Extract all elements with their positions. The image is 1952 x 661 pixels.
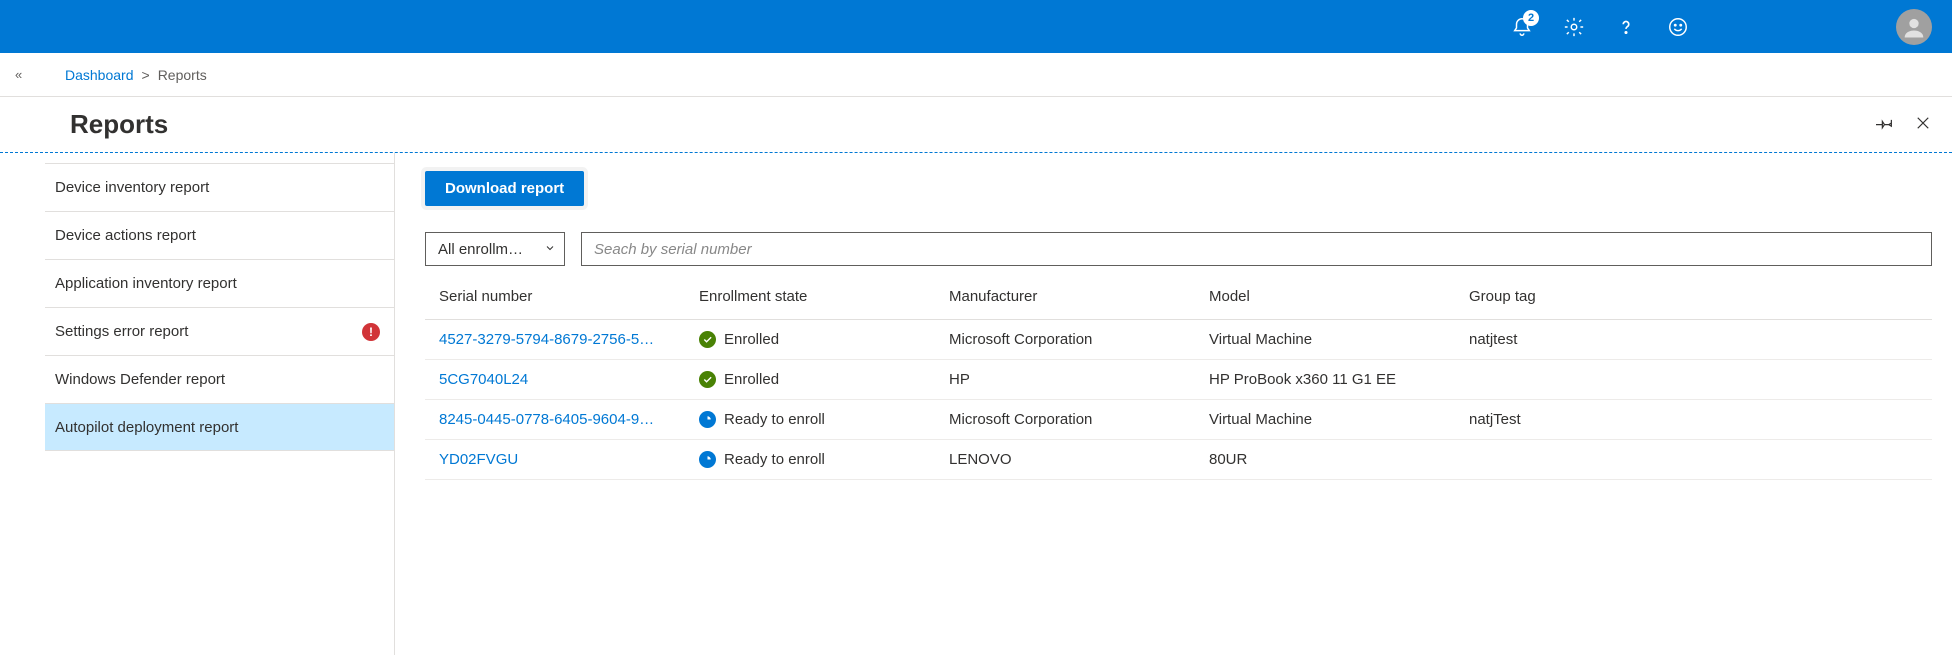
sidebar-item[interactable]: Autopilot deployment report bbox=[45, 403, 394, 451]
download-report-button[interactable]: Download report bbox=[425, 171, 584, 206]
state-label: Enrolled bbox=[724, 331, 779, 348]
devices-table: Serial number Enrollment state Manufactu… bbox=[425, 274, 1932, 480]
sidebar-item[interactable]: Application inventory report bbox=[45, 259, 394, 307]
cell-model: HP ProBook x360 11 G1 EE bbox=[1195, 360, 1455, 400]
serial-link[interactable]: 5CG7040L24 bbox=[439, 371, 675, 388]
controls-row: All enrollm… bbox=[425, 232, 1932, 266]
sidebar-item[interactable]: Device inventory report bbox=[45, 163, 394, 211]
sidebar-item-label: Autopilot deployment report bbox=[55, 419, 238, 436]
page-title: Reports bbox=[70, 109, 168, 140]
enrollment-filter-dropdown[interactable]: All enrollm… bbox=[425, 232, 565, 266]
dropdown-label: All enrollm… bbox=[438, 241, 534, 258]
cell-tag: natjTest bbox=[1455, 400, 1932, 440]
gear-icon[interactable] bbox=[1560, 13, 1588, 41]
col-tag[interactable]: Group tag bbox=[1455, 274, 1932, 320]
enrollment-state: Enrolled bbox=[699, 331, 925, 348]
table-row: 5CG7040L24 Enrolled HPHP ProBook x360 11 G… bbox=[425, 360, 1932, 400]
cell-manufacturer: LENOVO bbox=[935, 440, 1195, 480]
clock-circle-icon bbox=[699, 451, 716, 468]
collapse-sidebar-icon[interactable]: « bbox=[15, 67, 35, 82]
breadcrumb-separator: > bbox=[142, 67, 150, 83]
state-label: Enrolled bbox=[724, 371, 779, 388]
cell-tag: natjtest bbox=[1455, 320, 1932, 360]
table-row: 8245-0445-0778-6405-9604-9… Ready to enro… bbox=[425, 400, 1932, 440]
avatar[interactable] bbox=[1896, 9, 1932, 45]
sidebar-item-label: Application inventory report bbox=[55, 275, 237, 292]
col-manufacturer[interactable]: Manufacturer bbox=[935, 274, 1195, 320]
serial-link[interactable]: YD02FVGU bbox=[439, 451, 675, 468]
breadcrumb-current: Reports bbox=[158, 67, 207, 83]
col-serial[interactable]: Serial number bbox=[425, 274, 685, 320]
notifications-icon[interactable]: 2 bbox=[1508, 13, 1536, 41]
close-icon[interactable] bbox=[1914, 114, 1932, 135]
topbar: 2 bbox=[0, 0, 1952, 53]
main-panel: Download report All enrollm… Serial numb… bbox=[395, 153, 1952, 655]
breadcrumb-root[interactable]: Dashboard bbox=[65, 67, 134, 83]
col-model[interactable]: Model bbox=[1195, 274, 1455, 320]
state-label: Ready to enroll bbox=[724, 451, 825, 468]
sidebar-item[interactable]: Windows Defender report bbox=[45, 355, 394, 403]
sidebar-item-label: Settings error report bbox=[55, 323, 188, 340]
col-state[interactable]: Enrollment state bbox=[685, 274, 935, 320]
sidebar-item-label: Device actions report bbox=[55, 227, 196, 244]
pin-icon[interactable] bbox=[1876, 114, 1894, 135]
cell-tag bbox=[1455, 440, 1932, 480]
sidebar-item-label: Windows Defender report bbox=[55, 371, 225, 388]
cell-manufacturer: Microsoft Corporation bbox=[935, 400, 1195, 440]
enrollment-state: Enrolled bbox=[699, 371, 925, 388]
sidebar-item-label: Device inventory report bbox=[55, 179, 209, 196]
cell-tag bbox=[1455, 360, 1932, 400]
cell-model: Virtual Machine bbox=[1195, 320, 1455, 360]
clock-circle-icon bbox=[699, 411, 716, 428]
title-actions bbox=[1876, 114, 1932, 135]
cell-model: Virtual Machine bbox=[1195, 400, 1455, 440]
cell-model: 80UR bbox=[1195, 440, 1455, 480]
feedback-icon[interactable] bbox=[1664, 13, 1692, 41]
serial-link[interactable]: 8245-0445-0778-6405-9604-9… bbox=[439, 411, 675, 428]
notification-badge: 2 bbox=[1523, 10, 1539, 26]
content: Device inventory report Device actions re… bbox=[0, 153, 1952, 655]
topbar-icons: 2 bbox=[1508, 13, 1692, 41]
sidebar-item[interactable]: Settings error report! bbox=[45, 307, 394, 355]
cell-manufacturer: Microsoft Corporation bbox=[935, 320, 1195, 360]
breadcrumb: « Dashboard > Reports bbox=[0, 53, 1952, 97]
table-row: YD02FVGU Ready to enroll LENOVO80UR bbox=[425, 440, 1932, 480]
alert-icon: ! bbox=[362, 323, 380, 341]
chevron-down-icon bbox=[544, 241, 556, 258]
table-row: 4527-3279-5794-8679-2756-5… Enrolled Micro… bbox=[425, 320, 1932, 360]
check-circle-icon bbox=[699, 371, 716, 388]
sidebar: Device inventory report Device actions re… bbox=[0, 153, 395, 655]
enrollment-state: Ready to enroll bbox=[699, 451, 925, 468]
state-label: Ready to enroll bbox=[724, 411, 825, 428]
help-icon[interactable] bbox=[1612, 13, 1640, 41]
serial-link[interactable]: 4527-3279-5794-8679-2756-5… bbox=[439, 331, 675, 348]
enrollment-state: Ready to enroll bbox=[699, 411, 925, 428]
search-input[interactable] bbox=[581, 232, 1932, 266]
cell-manufacturer: HP bbox=[935, 360, 1195, 400]
table-header-row: Serial number Enrollment state Manufactu… bbox=[425, 274, 1932, 320]
check-circle-icon bbox=[699, 331, 716, 348]
page-title-row: Reports bbox=[0, 97, 1952, 153]
sidebar-item[interactable]: Device actions report bbox=[45, 211, 394, 259]
